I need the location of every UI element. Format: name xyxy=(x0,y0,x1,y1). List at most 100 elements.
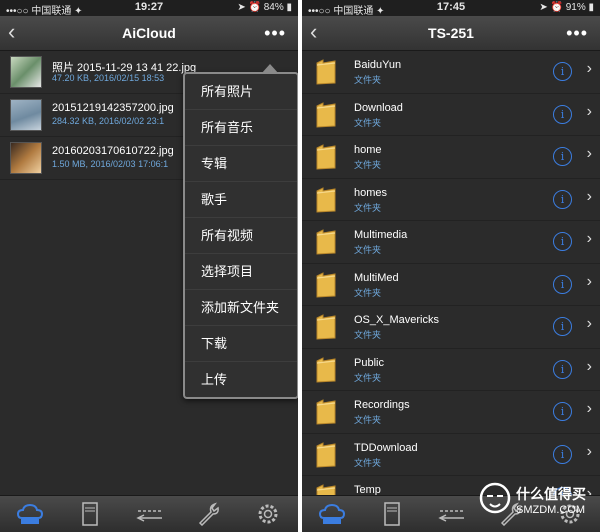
status-bar: •••○○ 中国联通 ✦ 17:45 ➤ ⏰ 91% ▮ xyxy=(302,0,600,17)
smzdm-logo-icon xyxy=(479,482,511,514)
folder-type: 文件夹 xyxy=(354,75,382,85)
info-icon[interactable]: i xyxy=(553,274,572,294)
chevron-right-icon[interactable]: › xyxy=(587,400,592,418)
chevron-right-icon[interactable]: › xyxy=(587,230,592,248)
folder-type: 文件夹 xyxy=(354,415,382,425)
folder-row[interactable]: Multimedia 文件夹 i › xyxy=(302,221,600,264)
file-name: 20151219142357200.jpg xyxy=(52,102,174,114)
chevron-right-icon[interactable]: › xyxy=(587,358,592,376)
photo-thumbnail xyxy=(10,99,42,131)
folder-type: 文件夹 xyxy=(354,457,382,468)
page-title: TS-251 xyxy=(428,25,474,41)
menu-item-artists[interactable]: 歌手 xyxy=(185,182,297,218)
folder-row[interactable]: Recordings 文件夹 i › xyxy=(302,391,600,434)
cloud-drive-icon[interactable] xyxy=(318,502,346,526)
folder-name: OS_X_Mavericks xyxy=(354,314,439,326)
folder-row[interactable]: BaiduYun 文件夹 i › xyxy=(302,51,600,94)
folder-icon xyxy=(316,59,336,85)
folder-row[interactable]: Download 文件夹 i › xyxy=(302,94,600,136)
folder-icon xyxy=(316,314,336,340)
watermark-subtext: SMZDM.COM xyxy=(516,504,586,516)
server-icon[interactable] xyxy=(76,502,104,526)
chevron-right-icon[interactable]: › xyxy=(587,273,592,291)
info-icon[interactable]: i xyxy=(553,402,572,421)
folder-row[interactable]: MultiMed 文件夹 i › xyxy=(302,264,600,306)
menu-item-albums[interactable]: 专辑 xyxy=(185,146,297,182)
file-name: 20160203170610722.jpg xyxy=(52,145,174,157)
menu-caret xyxy=(261,64,279,74)
info-icon[interactable]: i xyxy=(553,232,572,251)
menu-item-download[interactable]: 下载 xyxy=(185,326,297,362)
photo-thumbnail xyxy=(10,142,42,174)
more-icon[interactable]: ••• xyxy=(264,23,286,44)
photo-thumbnail xyxy=(10,56,42,88)
page-title: AiCloud xyxy=(122,25,176,41)
gear-icon[interactable] xyxy=(254,502,282,526)
chevron-right-icon[interactable]: › xyxy=(587,145,592,163)
folder-name: Multimedia xyxy=(354,229,408,241)
folder-icon xyxy=(316,144,336,170)
chevron-right-icon[interactable]: › xyxy=(587,443,592,461)
status-bar: •••○○ 中国联通 ✦ 19:27 ➤ ⏰ 84% ▮ xyxy=(0,0,298,17)
folder-type: 文件夹 xyxy=(354,245,382,255)
chevron-right-icon[interactable]: › xyxy=(587,60,592,78)
folder-name: MultiMed xyxy=(354,271,399,284)
info-icon[interactable]: i xyxy=(553,359,572,379)
left-screen: •••○○ 中国联通 ✦ 19:27 ➤ ⏰ 84% ▮ ‹ AiCloud •… xyxy=(0,0,298,532)
folder-row[interactable]: Public 文件夹 i › xyxy=(302,349,600,391)
file-meta: 47.20 KB, 2016/02/15 18:53 xyxy=(52,73,165,83)
chevron-right-icon[interactable]: › xyxy=(587,315,592,333)
folder-type: 文件夹 xyxy=(354,117,382,128)
info-icon[interactable]: i xyxy=(553,147,572,166)
folder-icon xyxy=(316,186,336,213)
file-meta: 284.32 KB, 2016/02/02 23:1 xyxy=(52,116,165,126)
folder-icon xyxy=(316,399,336,425)
info-icon[interactable]: i xyxy=(553,104,572,124)
folder-icon xyxy=(316,356,336,383)
info-icon[interactable]: i xyxy=(553,189,572,209)
transfer-icon[interactable] xyxy=(136,502,164,526)
watermark-text: 什么值得买 xyxy=(516,486,586,502)
menu-item-all-music[interactable]: 所有音乐 xyxy=(185,110,297,146)
folder-row[interactable]: TDDownload 文件夹 i › xyxy=(302,434,600,476)
menu-item-all-videos[interactable]: 所有视频 xyxy=(185,218,297,254)
chevron-right-icon[interactable]: › xyxy=(587,103,592,121)
more-icon[interactable]: ••• xyxy=(566,23,588,44)
nav-bar: ‹ TS-251 ••• xyxy=(302,16,600,51)
folder-type: 文件夹 xyxy=(354,160,382,170)
folder-type: 文件夹 xyxy=(354,330,382,340)
folder-icon xyxy=(316,229,336,255)
menu-item-select[interactable]: 选择项目 xyxy=(185,254,297,290)
folder-name: Recordings xyxy=(354,399,410,411)
watermark-logo: 什么值得买 SMZDM.COM xyxy=(478,480,592,528)
info-icon[interactable]: i xyxy=(553,317,572,336)
folder-type: 文件夹 xyxy=(354,202,382,213)
folder-row[interactable]: home 文件夹 i › xyxy=(302,136,600,179)
server-icon[interactable] xyxy=(378,502,406,526)
folder-name: Download xyxy=(354,101,403,114)
right-screen: •••○○ 中国联通 ✦ 17:45 ➤ ⏰ 91% ▮ ‹ TS-251 ••… xyxy=(302,0,600,532)
folder-list: BaiduYun 文件夹 i › Download 文件夹 i › home 文件夹 i › homes… xyxy=(302,51,600,519)
folder-icon xyxy=(316,441,336,468)
folder-name: BaiduYun xyxy=(354,59,402,71)
folder-row[interactable]: homes 文件夹 i › xyxy=(302,179,600,221)
transfer-icon[interactable] xyxy=(438,502,466,526)
menu-item-all-photos[interactable]: 所有照片 xyxy=(185,74,297,110)
folder-name: Public xyxy=(354,356,384,369)
info-icon[interactable]: i xyxy=(553,62,572,81)
folder-type: 文件夹 xyxy=(354,372,382,383)
wrench-icon[interactable] xyxy=(196,502,224,526)
nav-bar: ‹ AiCloud ••• xyxy=(0,16,298,51)
battery-status: ➤ ⏰ 91% ▮ xyxy=(539,2,594,13)
folder-row[interactable]: OS_X_Mavericks 文件夹 i › xyxy=(302,306,600,349)
info-icon[interactable]: i xyxy=(553,444,572,464)
menu-item-new-folder[interactable]: 添加新文件夹 xyxy=(185,290,297,326)
folder-name: home xyxy=(354,144,382,156)
folder-icon xyxy=(316,101,336,128)
bottom-toolbar xyxy=(0,495,298,532)
popup-menu: 所有照片 所有音乐 专辑 歌手 所有视频 选择项目 添加新文件夹 下载 上传 xyxy=(183,64,298,399)
cloud-drive-icon[interactable] xyxy=(16,502,44,526)
folder-name: homes xyxy=(354,186,388,199)
menu-item-upload[interactable]: 上传 xyxy=(185,362,297,397)
chevron-right-icon[interactable]: › xyxy=(587,188,592,206)
